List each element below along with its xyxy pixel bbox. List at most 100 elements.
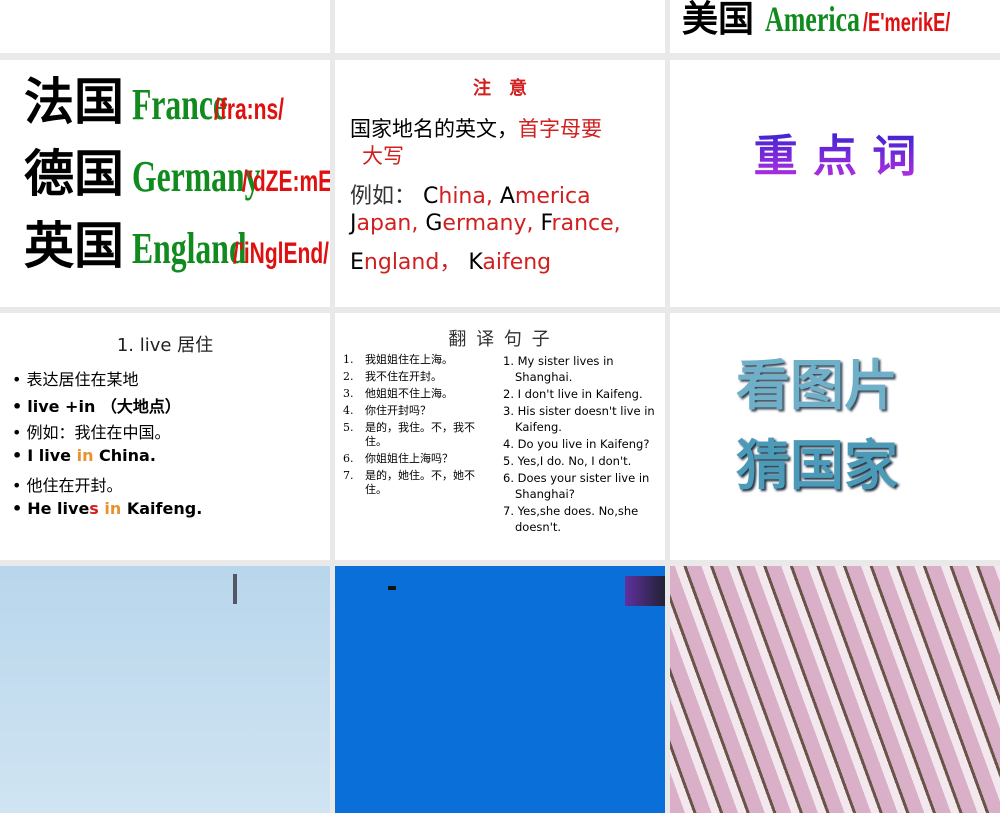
note-segment: F	[540, 211, 552, 236]
country-cn: 德国	[24, 144, 124, 203]
bullet-segment: live +in （大地点）	[27, 396, 181, 416]
note-segment: G	[425, 211, 443, 236]
guess-line2: 猜国家	[736, 433, 898, 497]
bullet-segment: 例如：我住在中国。	[26, 423, 171, 442]
en-sentence: 1. My sister lives in Shanghai.	[503, 354, 614, 384]
cn-sentence: 5. 是的，我住。不，我不住。	[343, 421, 493, 449]
bullet-item: • 他住在开封。	[12, 472, 122, 496]
country-row: 法国 France/fra:ns/	[24, 74, 314, 142]
slide-thumbnail-live[interactable]: 1. live 居住 • 表达居住在某地 • live +in （大地点） • 例如：我住…	[0, 313, 330, 560]
note-segment: apan,	[356, 211, 426, 236]
bullet-segment: China.	[93, 445, 156, 465]
slide-thumbnail-countries[interactable]: 法国France/fra:ns/德国Germany/'dZE:mEni/英国En…	[0, 60, 330, 307]
slide-thumbnail-keywords[interactable]: 重 点 词	[670, 60, 1000, 307]
bullet-segment: Kaifeng.	[121, 498, 203, 518]
phonetic: /'iNglEnd/	[232, 237, 329, 270]
sentence-text: 你姐姐住上海吗？	[365, 452, 453, 465]
guess-line1: 看图片	[736, 353, 898, 417]
bullet-dot-icon: •	[12, 445, 23, 465]
sentence-text: 我不住在开封。	[365, 370, 442, 383]
slide-thumbnail-note[interactable]: 注 意 国家地名的英文，首字母要 大写 例如： China, America Ja…	[335, 60, 665, 307]
cn-sentence: 4. 你住开封吗？	[343, 404, 493, 418]
note-segment: ngland，	[363, 250, 469, 275]
en-sentence: 2. I don't live in Kaifeng.	[503, 387, 643, 401]
sentence-text: 你住开封吗？	[365, 404, 431, 417]
country-en: France	[132, 80, 227, 129]
country-en: America	[765, 0, 861, 39]
slide-thumbnail-photo-sky[interactable]	[0, 566, 330, 813]
sentence-number: 1.	[343, 353, 354, 366]
en-sentence: 6. Does your sister live in Shanghai?	[503, 471, 650, 501]
bullet-dot-icon: •	[12, 370, 22, 389]
slide-thumbnail-photo-blossom[interactable]	[670, 566, 1000, 813]
en-sentence: 7. Yes,she does. No,she doesn't.	[503, 504, 639, 534]
live-title: 1. live 居住	[116, 335, 214, 356]
note-segment: rance,	[551, 211, 621, 236]
bullet-segment: 他住在开封。	[26, 476, 123, 495]
slide-thumbnail-blank-1[interactable]	[0, 0, 330, 53]
sentence-number: 5.	[343, 421, 354, 434]
note-title: 注 意	[473, 78, 527, 99]
sentence-text: 我姐姐住在上海。	[365, 353, 453, 366]
note-segment: hina,	[438, 184, 500, 209]
sentence-number: 7.	[343, 469, 354, 482]
bullet-segment: in	[104, 498, 122, 518]
note-segment: E	[350, 250, 364, 275]
country-cn: 美国	[682, 0, 755, 40]
slide-thumbnail-photo-blue[interactable]	[335, 566, 665, 813]
note-example-line: Japan, Germany, France,	[350, 211, 621, 236]
bullet-segment: in	[76, 445, 94, 465]
cn-sentence: 1. 我姐姐住在上海。	[343, 353, 493, 367]
slide-thumbnail-america[interactable]: 美国 America/E'merikE/	[670, 0, 1000, 53]
bullet-dot-icon: •	[12, 476, 22, 495]
slide-thumbnail-guess[interactable]: 看图片 猜国家	[670, 313, 1000, 560]
bullet-item: • live +in （大地点）	[12, 393, 181, 417]
country-row: 英国 England/'iNglEnd/	[24, 218, 330, 286]
country-row: 德国Germany/'dZE:mEni/	[24, 146, 330, 214]
note-highlight-2: 大写	[362, 144, 404, 168]
en-sentence: 4. Do you live in Kaifeng?	[503, 437, 650, 451]
sentence-number: 4.	[343, 404, 354, 417]
note-text: 国家地名的英文，	[350, 117, 518, 141]
note-segment: A	[499, 184, 515, 209]
cn-sentence: 6. 你姐姐住上海吗？	[343, 452, 493, 466]
sentence-text: 是的，我住。不，我不住。	[365, 421, 475, 448]
bullet-segment: 表达居住在某地	[26, 370, 139, 389]
cn-sentence: 2. 我不住在开封。	[343, 370, 493, 384]
lamp-image	[388, 586, 396, 590]
slide-thumbnail-translate[interactable]: 翻 译 句 子 1. 我姐姐住在上海。 2. 我不住在开封。 3. 他姐姐不住上海。 4. 你…	[335, 313, 665, 560]
bullet-dot-icon: •	[12, 498, 23, 518]
cn-sentence: 7. 是的，她住。不，她不住。	[343, 469, 493, 497]
en-sentence: 3. His sister doesn't live in Kaifeng.	[503, 404, 655, 434]
bullet-dot-icon: •	[12, 423, 22, 442]
bullet-segment: I live	[27, 445, 77, 465]
bullet-item: • 表达居住在某地	[12, 366, 138, 390]
country-en: England	[132, 224, 247, 273]
keywords-title: 重 点 词	[670, 120, 1000, 184]
sentence-number: 2.	[343, 370, 354, 383]
note-segment: 例如：	[350, 184, 423, 209]
flower-image	[625, 576, 665, 606]
phonetic: /E'merikE/	[863, 7, 951, 37]
note-highlight: 首字母要	[518, 117, 602, 141]
note-segment: K	[468, 250, 483, 275]
slide-thumbnail-blank-2[interactable]	[335, 0, 665, 53]
cn-sentence: 3. 他姐姐不住上海。	[343, 387, 493, 401]
phonetic: /'dZE:mEni/	[242, 165, 330, 198]
en-sentence: 5. Yes,I do. No, I don't.	[503, 454, 632, 468]
bullet-dot-icon: •	[12, 396, 23, 416]
bullet-segment: He live	[27, 498, 90, 518]
note-example-line: England， Kaifeng	[350, 244, 551, 276]
note-example-line: 例如： China, America	[350, 178, 591, 210]
sentence-text: 是的，她住。不，她不住。	[365, 469, 475, 496]
bullet-segment: s	[89, 498, 99, 518]
country-cn: 英国	[24, 216, 124, 275]
country-cn: 法国	[24, 72, 124, 131]
translate-title: 翻 译 句 子	[448, 329, 552, 350]
sentence-number: 3.	[343, 387, 354, 400]
note-segment: ermany,	[442, 211, 541, 236]
note-segment: merica	[514, 184, 591, 209]
note-segment: aifeng	[482, 250, 552, 275]
bullet-item: • He lives in Kaifeng.	[12, 499, 202, 518]
sentence-number: 6.	[343, 452, 354, 465]
